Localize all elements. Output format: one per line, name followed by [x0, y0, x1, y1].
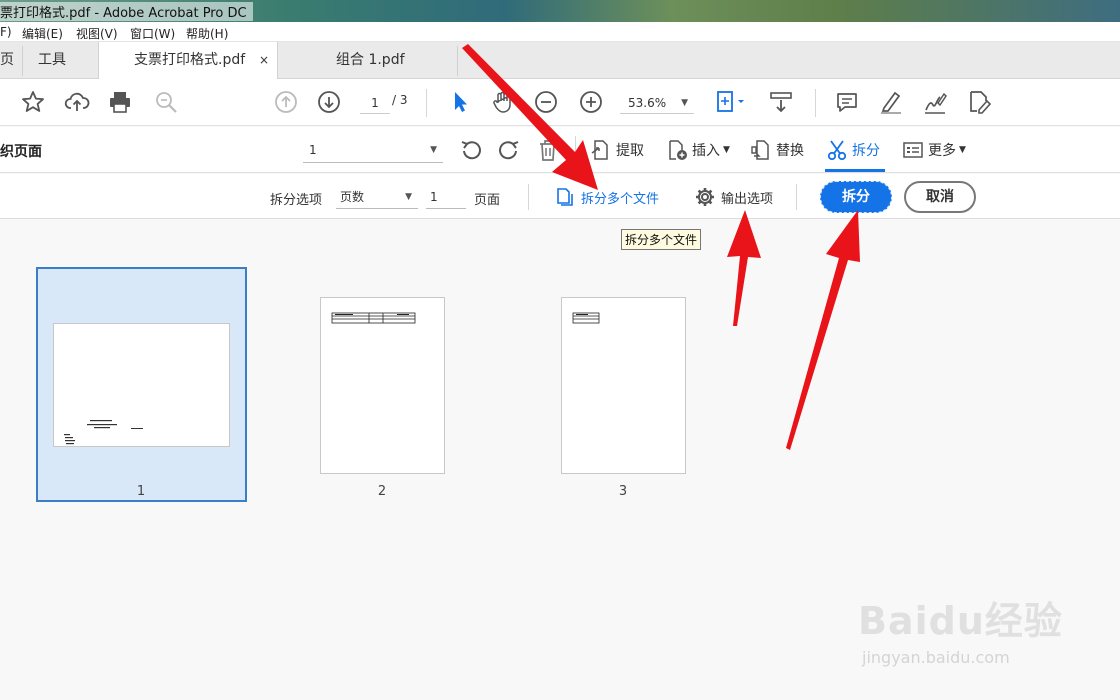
page-3-content [572, 312, 600, 324]
main-toolbar: 1 / 3 53.6% ▼ [0, 79, 1120, 126]
extract-label: 提取 [616, 143, 644, 159]
tab-bar: 页 工具 支票打印格式.pdf × 组合 1.pdf [0, 42, 1120, 80]
page-count-value: 1 [430, 190, 438, 204]
split-options-label: 拆分选项 [270, 193, 323, 208]
tab-document-label: 支票打印格式.pdf [134, 52, 246, 68]
zoom-search-icon[interactable] [153, 89, 179, 115]
zoom-in-icon[interactable] [578, 89, 604, 115]
tab-document-active[interactable]: 支票打印格式.pdf × [98, 42, 278, 80]
extract-tool[interactable]: 提取 [590, 138, 644, 162]
tooltip: 拆分多个文件 [621, 229, 702, 250]
page-number-label: 3 [618, 484, 628, 499]
watermark-url: jingyan.baidu.com [862, 648, 1010, 667]
page-total: / 3 [392, 93, 408, 107]
zoom-out-icon[interactable] [533, 89, 559, 115]
scissors-icon [827, 140, 847, 161]
output-options-link[interactable]: 输出选项 [695, 186, 773, 208]
menu-help[interactable]: 帮助(H) [186, 25, 228, 42]
chevron-down-icon: ▼ [430, 145, 437, 155]
active-tool-indicator [825, 169, 885, 172]
replace-icon [751, 140, 769, 160]
chevron-down-icon: ▼ [723, 145, 730, 155]
tab-home[interactable]: 页 [0, 42, 22, 79]
fill-sign-icon[interactable] [966, 89, 992, 115]
zoom-level-value: 53.6% [628, 96, 667, 110]
title-bar: 票打印格式.pdf - Adobe Acrobat Pro DC [0, 0, 1120, 22]
insert-label: 插入 [692, 143, 720, 159]
chevron-down-icon: ▼ [959, 145, 966, 155]
page-number-label: 1 [136, 484, 146, 499]
tab-tools[interactable]: 工具 [38, 42, 88, 79]
page-range-select[interactable]: 1 ▼ [303, 137, 443, 163]
multiple-files-icon [557, 188, 573, 206]
arrow-to-output-options [727, 210, 761, 326]
split-label: 拆分 [852, 143, 880, 159]
more-label: 更多 [928, 143, 956, 159]
page-count-input[interactable]: 1 [426, 185, 466, 209]
split-options-bar: 拆分选项 页数 ▼ 1 页面 拆分多个文件 输出选项 拆分 取消 [0, 174, 1120, 219]
page-1-preview[interactable] [53, 323, 230, 447]
chevron-down-icon: ▼ [405, 192, 412, 202]
split-multiple-files-link[interactable]: 拆分多个文件 [555, 186, 659, 208]
watermark: Baidu经验 jingyan.baidu.com [858, 582, 1068, 674]
rotate-left-icon[interactable] [458, 137, 484, 163]
menu-view[interactable]: 视图(V) [76, 25, 118, 42]
tab-document-2[interactable]: 组合 1.pdf [336, 42, 436, 79]
page-3-thumbnail[interactable] [561, 297, 686, 474]
arrow-to-split-button [786, 210, 860, 450]
menu-edit[interactable]: 编辑(E) [22, 25, 63, 42]
insert-tool[interactable]: 插入 ▼ [666, 138, 730, 162]
insert-page-icon [669, 140, 687, 160]
more-tool[interactable]: 更多 ▼ [902, 138, 966, 162]
split-tool[interactable]: 拆分 [826, 138, 880, 162]
page-2-content [331, 312, 416, 324]
menu-file[interactable]: F) [0, 25, 12, 39]
page-down-icon[interactable] [316, 89, 342, 115]
delete-icon[interactable] [535, 137, 561, 163]
output-options-label: 输出选项 [721, 191, 774, 207]
split-mode-value: 页数 [340, 190, 365, 204]
split-mode-select[interactable]: 页数 ▼ [336, 185, 418, 209]
page-number-label: 2 [377, 484, 387, 499]
page-up-icon[interactable] [273, 89, 299, 115]
sign-icon[interactable] [922, 89, 948, 115]
extract-icon [591, 140, 608, 160]
replace-label: 替换 [776, 143, 804, 159]
page-1-content [64, 420, 143, 445]
comment-icon[interactable] [834, 89, 860, 115]
gear-icon [696, 188, 714, 206]
watermark-brand: Baidu经验 [858, 599, 1063, 643]
split-multiple-files-label: 拆分多个文件 [581, 191, 660, 207]
chevron-down-icon: ▼ [681, 98, 688, 108]
scroll-mode-icon[interactable] [768, 89, 794, 115]
print-icon[interactable] [107, 89, 133, 115]
fit-page-icon[interactable] [714, 89, 744, 115]
rotate-right-icon[interactable] [496, 137, 522, 163]
page-range-value: 1 [309, 143, 317, 157]
page-2-thumbnail[interactable] [320, 297, 445, 474]
close-icon[interactable]: × [259, 42, 269, 79]
more-options-icon [903, 142, 923, 158]
split-button[interactable]: 拆分 [820, 181, 892, 213]
organize-title: 织页面 [0, 144, 42, 160]
highlight-icon[interactable] [878, 89, 904, 115]
page-number-input[interactable]: 1 [360, 92, 390, 114]
organize-pages-bar: 织页面 1 ▼ 提取 插入 ▼ 替换 拆分 更多 ▼ [0, 127, 1120, 173]
menu-bar: F) 编辑(E) 视图(V) 窗口(W) 帮助(H) [0, 22, 1120, 42]
cloud-upload-icon[interactable] [64, 89, 90, 115]
star-icon[interactable] [20, 89, 46, 115]
cancel-button[interactable]: 取消 [904, 181, 976, 213]
menu-window[interactable]: 窗口(W) [130, 25, 175, 42]
replace-tool[interactable]: 替换 [750, 138, 804, 162]
select-cursor-icon[interactable] [447, 89, 473, 115]
window-title: 票打印格式.pdf - Adobe Acrobat Pro DC [0, 2, 253, 21]
hand-icon[interactable] [490, 89, 516, 115]
zoom-level-select[interactable]: 53.6% ▼ [620, 92, 694, 114]
page-unit-label: 页面 [474, 193, 501, 208]
